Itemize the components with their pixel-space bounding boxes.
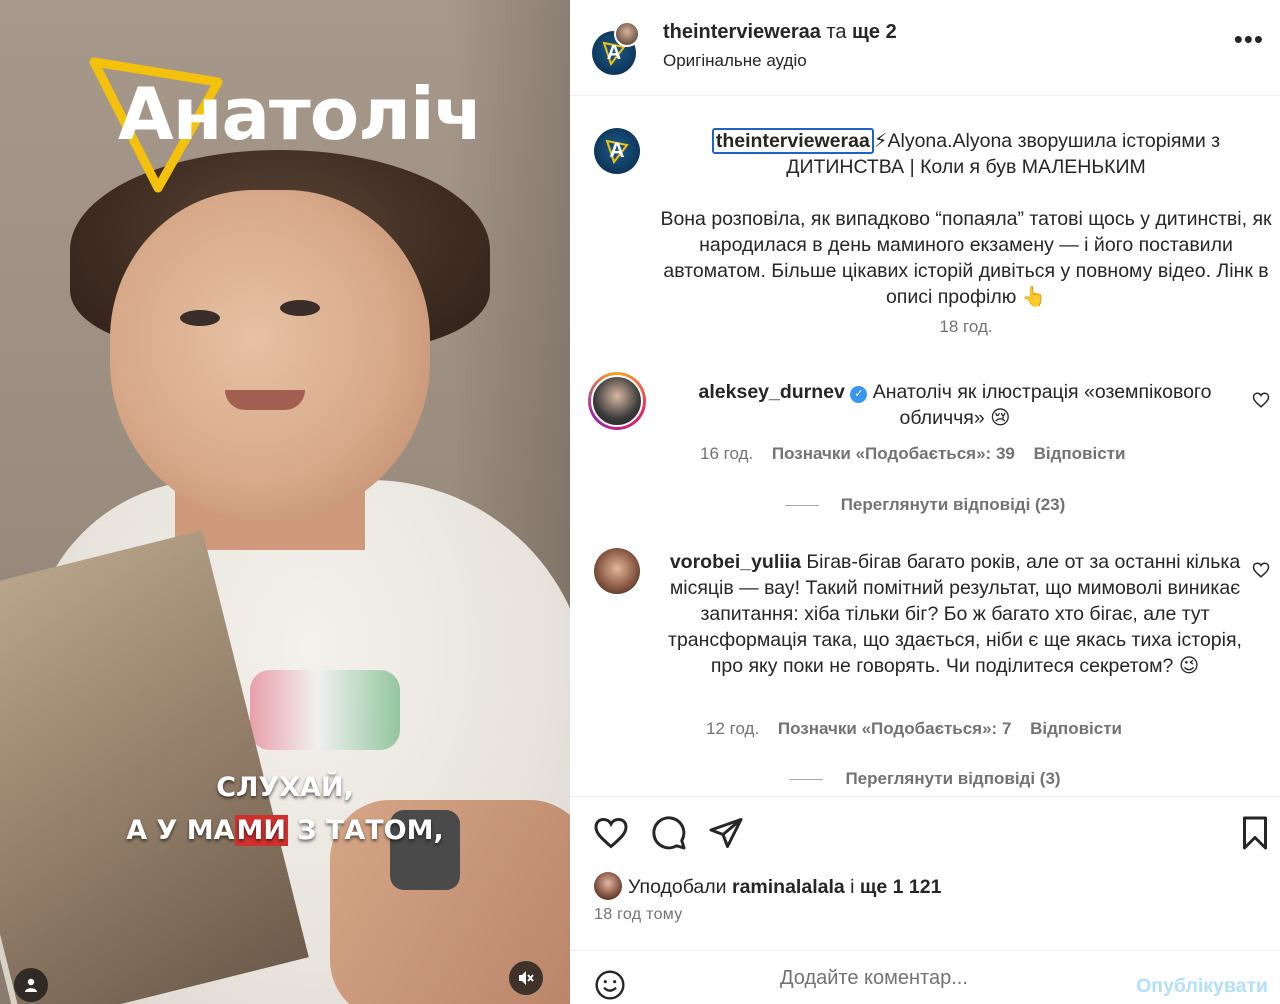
post-caption: theintervieweraa ⚡Alyona.Alyona зворушила… [660,128,1272,340]
comment-icon[interactable] [651,815,687,851]
verified-badge-icon: ✓ [850,386,868,403]
caption-time: 18 год. [939,317,993,336]
user-icon [25,978,37,992]
liker-avatar[interactable] [594,872,622,900]
comment-likes-count[interactable]: Позначки «Подобається»: 7 [778,719,1011,738]
comment-item: vorobei_yuliia Бігав-бігав багато років,… [660,549,1250,679]
video-subtitle-line2: А У МАМИ З ТАТОМ, [126,815,444,846]
coauthors-link[interactable]: ще 2 [852,21,897,43]
speaker-muted-icon [519,971,534,985]
comment-username[interactable]: aleksey_durnev [699,381,845,403]
post-header: A theintervieweraa та ще 2 Оригінальне а… [570,0,1280,96]
channel-logo-text: Анатоліч [118,72,483,156]
author-username[interactable]: theintervieweraa [663,21,821,43]
person-face [110,190,430,520]
comment-likes-count[interactable]: Позначки «Подобається»: 39 [772,444,1015,463]
comment-like-heart-icon[interactable] [1252,391,1270,409]
publish-button[interactable]: Опублікувати [1136,975,1268,998]
caption-body: Вона розповіла, як випадково “попаяла” т… [660,208,1272,308]
replies-divider [784,505,819,507]
comment-composer: Опублікувати [570,950,1280,1004]
comment-like-heart-icon[interactable] [1252,561,1270,579]
subtitle-highlight: МИ [234,815,288,846]
comment-item: aleksey_durnev ✓ Анатоліч як ілюстрація … [660,379,1250,431]
liker-username[interactable]: raminalalala [732,876,845,898]
caption-avatar[interactable]: A [594,128,640,174]
shirt-print [250,670,400,750]
emoji-icon[interactable] [594,969,626,1001]
video-subtitle-line1: СЛУХАЙ, [216,772,354,803]
comment-input[interactable] [780,963,1110,993]
post-timestamp: 18 год тому [594,906,683,923]
audio-link[interactable]: Оригінальне аудіо [663,51,807,71]
comment-time: 12 год. [706,719,760,738]
more-options-icon[interactable]: ••• [1234,26,1264,52]
comment-time: 16 год. [700,444,754,463]
send-icon[interactable] [708,815,744,851]
reel-video[interactable]: Анатоліч СЛУХАЙ, А У МАМИ З ТАТОМ, [0,0,570,1004]
comment-avatar-story-ring[interactable] [588,372,646,430]
coauthor-avatar[interactable] [614,21,640,47]
replies-divider [789,779,824,781]
caption-username[interactable]: theintervieweraa [711,128,874,154]
comment-meta: 16 год. Позначки «Подобається»: 39 Відпо… [700,444,1125,464]
comment-avatar[interactable] [594,548,640,594]
tagged-users-button[interactable] [14,968,48,1002]
mute-button[interactable] [509,961,543,995]
heart-icon[interactable] [593,815,629,851]
view-replies-button[interactable]: Переглянути відповіді (23) [570,495,1280,515]
post-details-panel: A theintervieweraa та ще 2 Оригінальне а… [570,0,1280,1004]
comment-username[interactable]: vorobei_yuliia [670,551,801,573]
comment-reply-button[interactable]: Відповісти [1030,719,1122,738]
comment-reply-button[interactable]: Відповісти [1034,444,1126,463]
likes-count[interactable]: ще 1 121 [860,876,942,898]
comment-meta: 12 год. Позначки «Подобається»: 7 Відпов… [706,719,1122,739]
bookmark-icon[interactable] [1237,815,1273,851]
comment-text: Анатоліч як ілюстрація «оземпікового обл… [872,381,1212,429]
likes-summary: Уподобали raminalalala і ще 1 121 [628,876,942,898]
post-authors: theintervieweraa та ще 2 [663,21,897,43]
view-replies-button[interactable]: Переглянути відповіді (3) [570,769,1280,789]
